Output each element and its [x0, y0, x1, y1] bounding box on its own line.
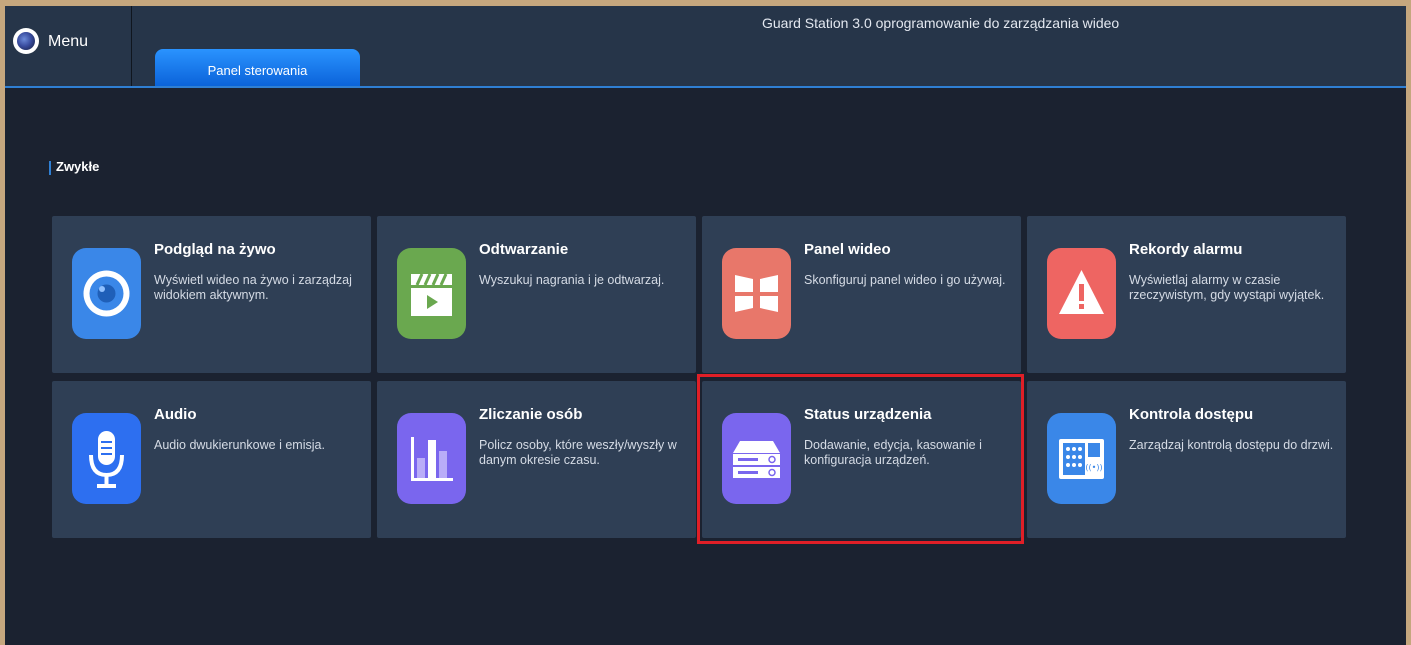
tile-video-wall[interactable]: Panel wideo Skonfiguruj panel wideo i go…	[702, 216, 1021, 373]
section-title: Zwykłe	[56, 159, 100, 174]
menu-button[interactable]: Menu	[5, 6, 132, 86]
tile-description: Wyświetl wideo na żywo i zarządzaj widok…	[154, 273, 352, 302]
tile-title: Rekordy alarmu	[1129, 241, 1243, 258]
tile-description: Audio dwukierunkowe i emisja.	[154, 438, 325, 452]
access-control-icon: ((•))	[1047, 413, 1116, 504]
tab-panel-sterowania[interactable]: Panel sterowania	[155, 49, 360, 86]
tile-audio[interactable]: Audio Audio dwukierunkowe i emisja.	[52, 381, 371, 538]
tile-title: Podgląd na żywo	[154, 241, 276, 258]
playback-icon	[397, 248, 466, 339]
highlight-box	[697, 374, 1024, 544]
tile-description: Wyświetlaj alarmy w czasie rzeczywistym,…	[1129, 273, 1325, 302]
tile-access-control[interactable]: ((•)) Kontrola dostępu Zarządzaj kontrol…	[1027, 381, 1346, 538]
menu-label: Menu	[48, 33, 89, 50]
people-counting-icon	[397, 413, 466, 504]
live-view-icon	[72, 248, 141, 339]
tile-title: Audio	[154, 406, 197, 423]
tile-description: Wyszukuj nagrania i je odtwarzaj.	[479, 273, 665, 287]
microphone-icon	[72, 413, 141, 504]
app-window: Menu Guard Station 3.0 oprogramowanie do…	[5, 6, 1406, 645]
section-marker	[49, 161, 51, 175]
tile-alarm-records[interactable]: Rekordy alarmu Wyświetlaj alarmy w czasi…	[1027, 216, 1346, 373]
app-title: Guard Station 3.0 oprogramowanie do zarz…	[762, 15, 1120, 31]
alarm-icon	[1047, 248, 1116, 339]
tile-title: Kontrola dostępu	[1129, 406, 1254, 423]
tile-title: Odtwarzanie	[479, 241, 569, 258]
tile-description: Zarządzaj kontrolą dostępu do drzwi.	[1129, 438, 1334, 452]
tile-title: Panel wideo	[804, 241, 891, 258]
tile-playback[interactable]: Odtwarzanie Wyszukuj nagrania i je odtwa…	[377, 216, 696, 373]
svg-text:((•)): ((•))	[1085, 463, 1102, 472]
video-wall-icon	[722, 248, 791, 339]
tile-title: Zliczanie osób	[479, 406, 583, 423]
tile-live-view[interactable]: Podgląd na żywo Wyświetl wideo na żywo i…	[52, 216, 371, 373]
title-bar: Menu Guard Station 3.0 oprogramowanie do…	[5, 6, 1406, 88]
app-logo-icon	[13, 28, 39, 54]
tile-description: Skonfiguruj panel wideo i go używaj.	[804, 273, 1006, 287]
tile-description: Policz osoby, które weszły/wyszły w dany…	[479, 438, 677, 467]
tile-people-counting[interactable]: Zliczanie osób Policz osoby, które weszł…	[377, 381, 696, 538]
